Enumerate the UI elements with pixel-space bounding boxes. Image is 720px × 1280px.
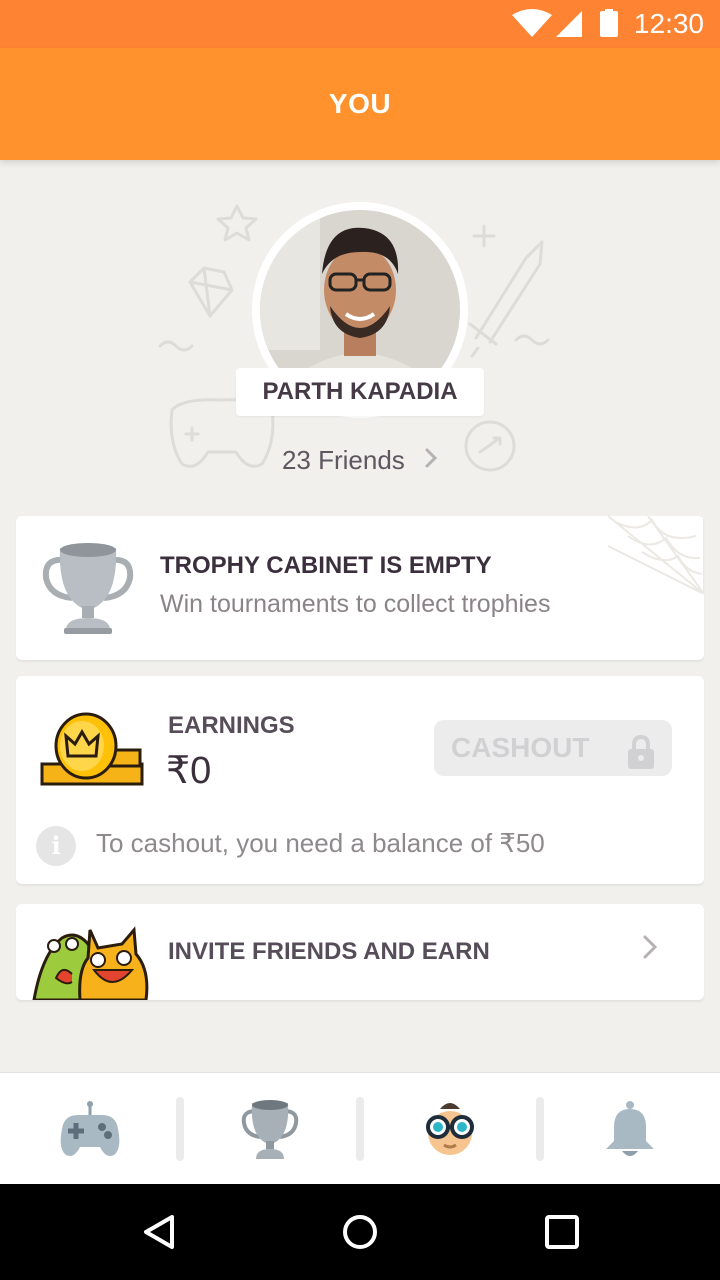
nav-tournaments[interactable] (210, 1073, 330, 1185)
trophy-icon (241, 1100, 299, 1159)
battery-icon (600, 11, 618, 37)
system-nav-bar (0, 1184, 720, 1280)
earnings-label: EARNINGS (168, 712, 295, 739)
recents-square-icon (545, 1215, 579, 1249)
nav-notifications[interactable] (570, 1073, 690, 1185)
earnings-amount: ₹0 (166, 750, 212, 792)
cashout-note: To cashout, you need a balance of ₹50 (96, 828, 545, 858)
star-doodle-icon (216, 204, 258, 242)
invite-friends-card[interactable]: INVITE FRIENDS AND EARN (16, 904, 704, 1000)
trophy-cabinet-card[interactable]: TROPHY CABINET IS EMPTY Win tournaments … (16, 516, 704, 660)
monsters-icon (32, 926, 149, 1000)
chevron-right-icon (642, 934, 658, 968)
friends-link[interactable]: 23 Friends (0, 442, 720, 478)
friends-count: 23 Friends (281, 445, 405, 475)
home-button[interactable] (310, 1184, 410, 1280)
cashout-label: CASHOUT (451, 732, 590, 763)
trophy-card-title: TROPHY CABINET IS EMPTY (160, 552, 492, 579)
nav-separator (356, 1097, 364, 1161)
bottom-nav (0, 1072, 720, 1184)
recents-button[interactable] (512, 1184, 612, 1280)
page-title: YOU (328, 88, 392, 119)
trophy-card-subtitle: Win tournaments to collect trophies (160, 590, 551, 618)
cobweb-icon (608, 516, 704, 594)
gem-doodle-icon (188, 266, 234, 318)
earnings-card: EARNINGS ₹0 CASHOUT i To cashout, you ne… (16, 676, 704, 884)
invite-label: INVITE FRIENDS AND EARN (168, 938, 490, 965)
nav-separator (536, 1097, 544, 1161)
trophy-icon (42, 543, 134, 634)
home-circle-icon (343, 1215, 377, 1249)
lock-icon (626, 732, 656, 788)
wifi-icon (512, 9, 552, 37)
info-icon: i (36, 826, 76, 866)
coins-icon (40, 712, 144, 786)
chevron-right-icon (424, 442, 438, 478)
status-icons (512, 9, 618, 37)
signal-icon (556, 11, 582, 37)
bell-icon (606, 1101, 654, 1156)
status-bar: 12:30 (0, 0, 720, 48)
status-time: 12:30 (633, 8, 704, 39)
gamepad-icon (60, 1101, 120, 1156)
nav-separator (176, 1097, 184, 1161)
app-bar: YOU (0, 48, 720, 160)
nav-games[interactable] (30, 1073, 150, 1185)
back-button[interactable] (110, 1184, 210, 1280)
profile-name: PARTH KAPADIA (236, 368, 484, 416)
back-triangle-icon (144, 1215, 174, 1249)
cashout-button[interactable]: CASHOUT (434, 720, 672, 776)
profile-avatar-icon (426, 1103, 474, 1155)
profile-section: PARTH KAPADIA 23 Friends (0, 160, 720, 500)
nav-profile[interactable] (390, 1073, 510, 1185)
